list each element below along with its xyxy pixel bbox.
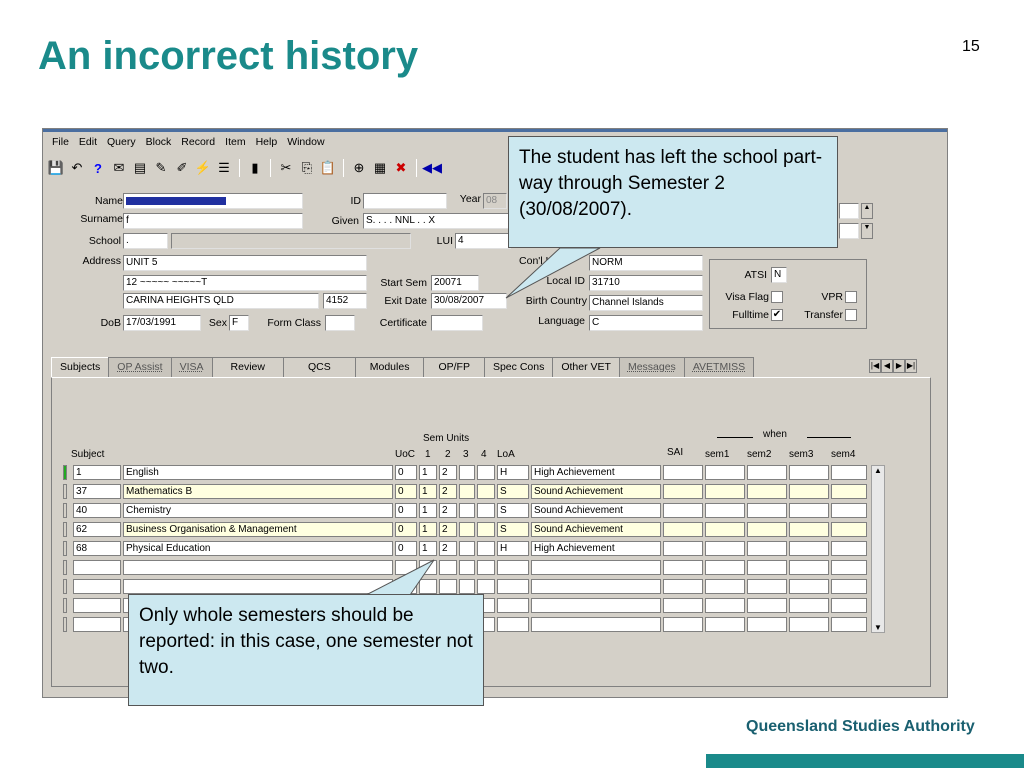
callout-exit-note: The student has left the school part-way… xyxy=(508,136,838,248)
callout-exit-pointer xyxy=(505,247,601,299)
footer-bar xyxy=(706,754,1024,768)
callout-units-pointer xyxy=(365,559,435,596)
brand-logo-text: Queensland Studies Authority xyxy=(746,718,975,735)
callout-units-note: Only whole semesters should be reported:… xyxy=(128,594,484,706)
